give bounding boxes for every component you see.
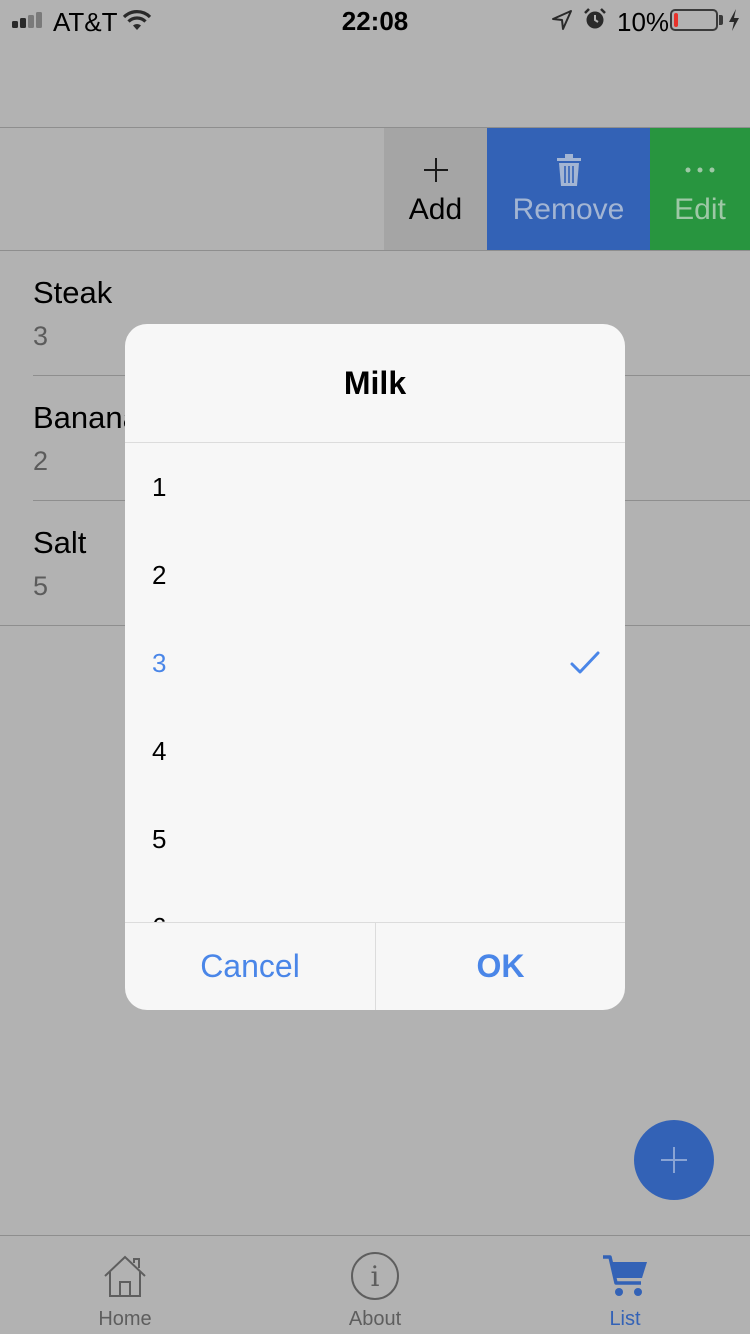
alarm-icon <box>584 8 606 29</box>
quantity-option[interactable]: 1 <box>125 443 625 531</box>
ellipsis-icon <box>685 151 715 189</box>
cart-icon <box>601 1250 649 1302</box>
home-icon <box>101 1250 149 1302</box>
edit-action-label: Edit <box>674 193 726 226</box>
option-label: 2 <box>152 559 167 590</box>
trash-icon <box>556 151 582 189</box>
item-quantity: 2 <box>33 446 49 476</box>
quantity-options-list[interactable]: 1 2 3 4 5 6 <box>125 443 625 922</box>
option-label: 1 <box>152 471 167 502</box>
edit-action-button[interactable]: Edit <box>650 128 750 250</box>
quantity-option[interactable]: 4 <box>125 707 625 795</box>
option-label: 6 <box>152 912 166 923</box>
tab-about[interactable]: i About <box>250 1236 500 1334</box>
tab-list[interactable]: List <box>500 1236 750 1334</box>
option-label: 4 <box>152 735 167 766</box>
battery-tip <box>719 15 723 25</box>
status-bar: AT&T 22:08 10% <box>0 0 750 40</box>
plus-icon <box>423 151 449 189</box>
quantity-option-selected[interactable]: 3 <box>125 619 625 707</box>
tab-home[interactable]: Home <box>0 1236 250 1334</box>
location-icon <box>552 10 572 30</box>
info-icon: i <box>350 1250 400 1302</box>
tab-label: Home <box>98 1308 152 1330</box>
battery-icon <box>670 9 718 31</box>
quantity-option[interactable]: 2 <box>125 531 625 619</box>
option-label: 5 <box>152 823 167 854</box>
checkmark-icon <box>570 651 600 674</box>
remove-action-button[interactable]: Remove <box>487 128 650 250</box>
quantity-option[interactable]: 5 <box>125 795 625 883</box>
item-name: Salt <box>33 525 87 560</box>
quantity-dialog: Milk 1 2 3 4 5 6 Cancel OK <box>125 324 625 1010</box>
option-label: 3 <box>152 647 167 678</box>
tab-bar: Home i About List <box>0 1235 750 1334</box>
tab-label: About <box>348 1308 402 1330</box>
add-action-label: Add <box>408 193 463 226</box>
item-quantity: 3 <box>33 321 49 351</box>
charging-icon <box>729 9 739 31</box>
dialog-title: Milk <box>343 364 407 401</box>
item-name: Steak <box>33 275 113 310</box>
add-item-fab[interactable] <box>634 1120 714 1200</box>
battery-percent: 10% <box>617 7 670 37</box>
cancel-button[interactable]: Cancel <box>125 923 375 1010</box>
svg-text:i: i <box>371 1260 380 1293</box>
swipe-row: Add Remove Edit <box>0 128 750 250</box>
ok-button[interactable]: OK <box>376 923 625 1010</box>
plus-icon <box>661 1147 687 1173</box>
add-action-button[interactable]: Add <box>384 128 487 250</box>
item-quantity: 5 <box>33 571 49 601</box>
quantity-option[interactable]: 6 <box>125 883 625 923</box>
remove-action-label: Remove <box>512 193 625 226</box>
tab-label: List <box>609 1308 641 1330</box>
